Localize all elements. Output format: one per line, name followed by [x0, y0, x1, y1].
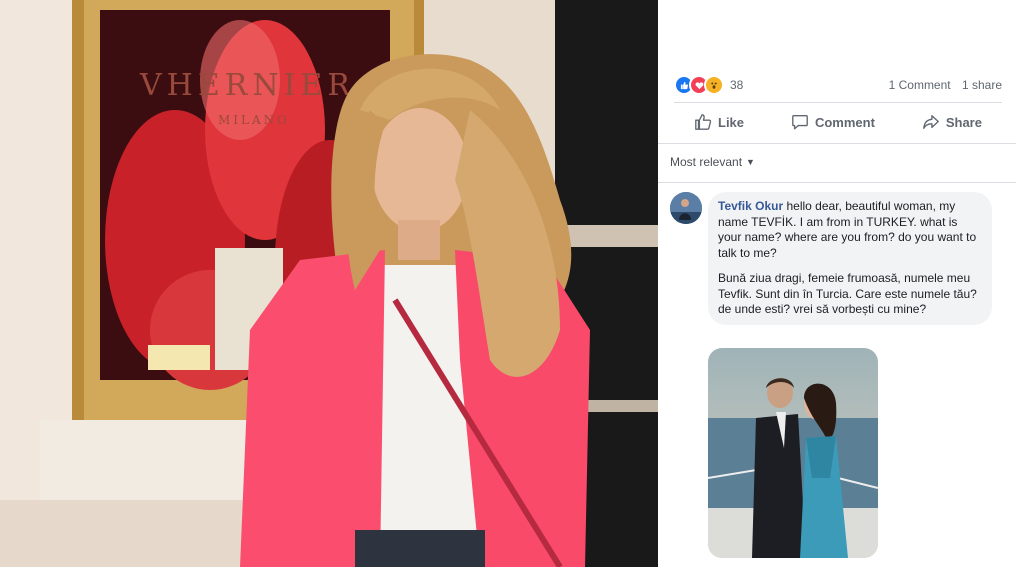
post-side-panel: 38 1 Comment 1 share Like Comment Share — [658, 0, 1016, 567]
share-label: Share — [945, 114, 982, 130]
caret-down-icon: ▼ — [746, 157, 755, 167]
reaction-count: 38 — [730, 78, 744, 92]
divider — [658, 182, 1016, 183]
share-arrow-icon — [922, 115, 939, 129]
share-button[interactable]: Share — [902, 113, 1002, 131]
comment-count-link[interactable]: 1 Comment — [889, 78, 951, 92]
store-sign-subtext: MILANO — [218, 113, 290, 127]
share-count-link[interactable]: 1 share — [962, 78, 1002, 92]
post-actions: Like Comment Share — [674, 106, 1002, 138]
like-button[interactable]: Like — [674, 113, 764, 131]
comment-bubble-icon — [792, 115, 808, 130]
post-photo[interactable]: VHERNIER MILANO — [0, 0, 658, 567]
post-stats: 38 1 Comment 1 share — [674, 72, 1002, 98]
like-label: Like — [718, 114, 745, 130]
comment-button[interactable]: Comment — [771, 113, 895, 131]
store-sign-text: VHERNIER — [139, 68, 355, 103]
comments-filter-dropdown[interactable]: Most relevant ▼ — [670, 155, 755, 169]
divider — [674, 102, 1002, 103]
wow-icon — [704, 75, 724, 95]
comment-bubble: Tevfik Okur hello dear, beautiful woman,… — [708, 192, 992, 325]
comment-attachment-image[interactable] — [708, 348, 878, 558]
comment-label: Comment — [814, 114, 875, 130]
avatar[interactable] — [670, 192, 702, 224]
engagement-counts: 1 Comment 1 share — [881, 78, 1002, 92]
divider — [658, 143, 1016, 144]
comments-filter-label: Most relevant — [670, 155, 743, 169]
comment-text-romanian: Bună ziua dragi, femeie frumoasă, numele… — [718, 271, 977, 316]
reactions-summary[interactable]: 38 — [674, 75, 743, 95]
thumbs-up-icon — [695, 114, 712, 130]
comment-author-link[interactable]: Tevfik Okur — [718, 199, 783, 213]
